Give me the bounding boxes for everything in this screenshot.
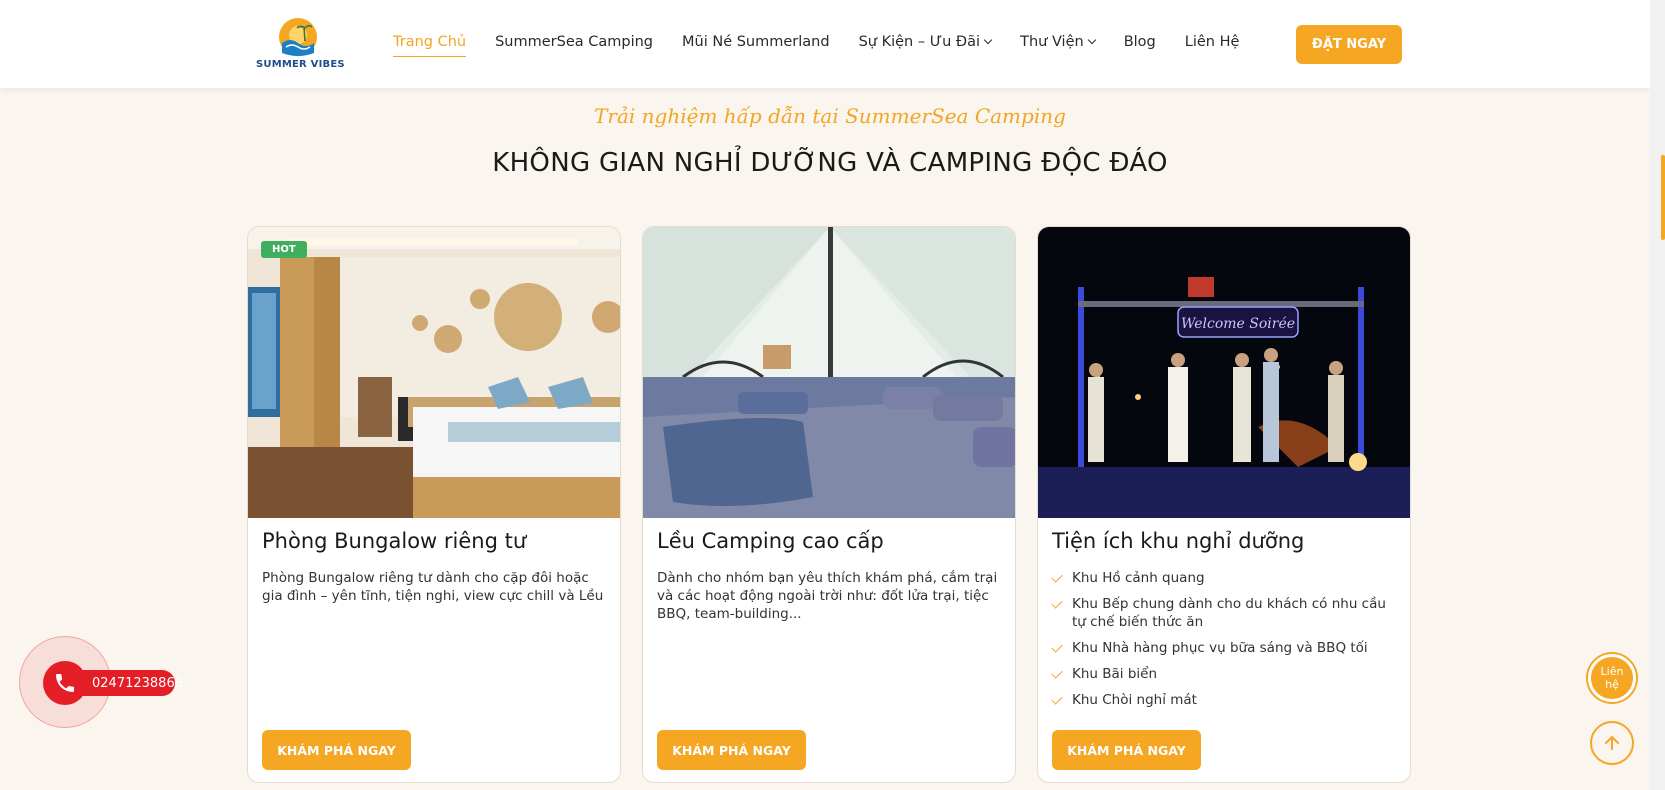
- back-to-top-button[interactable]: [1590, 721, 1634, 765]
- amenities-list: Khu Hồ cảnh quang Khu Bếp chung dành cho…: [1051, 569, 1402, 717]
- book-now-button[interactable]: ĐẶT NGAY: [1296, 25, 1402, 64]
- nav-item-label: Trang Chủ: [393, 34, 467, 50]
- logo-text: SUMMER VIBES: [256, 59, 345, 70]
- call-button[interactable]: [43, 661, 87, 705]
- check-icon: [1051, 597, 1063, 609]
- amenity-label: Khu Nhà hàng phục vụ bữa sáng và BBQ tối: [1072, 640, 1368, 656]
- check-icon: [1051, 571, 1063, 583]
- phone-icon: [56, 674, 74, 692]
- nav-item-label: Mũi Né Summerland: [682, 34, 830, 50]
- list-item: Khu Hồ cảnh quang: [1051, 569, 1402, 587]
- nav-item-label: Liên Hệ: [1184, 34, 1240, 50]
- chevron-down-icon: [1087, 35, 1096, 45]
- card-resort-amenities: Welcome Soirée Tiện ích khu nghỉ dưỡng K…: [1037, 226, 1411, 783]
- amenity-label: Khu Bếp chung dành cho du khách có nhu c…: [1072, 596, 1386, 630]
- card-title: Lều Camping cao cấp: [657, 529, 884, 553]
- nav-item-blog[interactable]: Blog: [1124, 34, 1156, 50]
- amenity-label: Khu Bãi biển: [1072, 666, 1158, 682]
- phone-number: 02471238868: [92, 675, 183, 691]
- nav-item-label: Thư Viện: [1020, 34, 1084, 50]
- arrow-up-icon: [1605, 736, 1619, 750]
- site-logo[interactable]: SUMMER VIBES: [256, 17, 345, 73]
- nav-item-label: Blog: [1123, 34, 1156, 50]
- card-title: Phòng Bungalow riêng tư: [262, 529, 527, 553]
- explore-now-button[interactable]: KHÁM PHÁ NGAY: [1052, 730, 1201, 770]
- explore-now-button[interactable]: KHÁM PHÁ NGAY: [657, 730, 806, 770]
- list-item: Khu Chòi nghỉ mát: [1051, 691, 1402, 709]
- contact-float-button[interactable]: Liên hệ: [1588, 654, 1636, 702]
- nav-item-label: SummerSea Camping: [495, 34, 654, 50]
- card-title: Tiện ích khu nghỉ dưỡng: [1052, 529, 1305, 553]
- list-item: Khu Nhà hàng phục vụ bữa sáng và BBQ tối: [1051, 639, 1402, 657]
- card-description: Dành cho nhóm bạn yêu thích khám phá, cắ…: [657, 570, 998, 622]
- amenity-label: Khu Hồ cảnh quang: [1072, 570, 1205, 586]
- list-item: Khu Bếp chung dành cho du khách có nhu c…: [1051, 595, 1402, 631]
- main-nav: Trang Chủ SummerSea Camping Mũi Né Summe…: [393, 34, 1268, 57]
- nav-item-summersea-camping[interactable]: SummerSea Camping: [495, 34, 653, 50]
- chevron-down-icon: [983, 35, 993, 45]
- stage-performance-image: Welcome Soirée: [1038, 227, 1410, 518]
- welcome-sign-text: Welcome Soirée: [1181, 316, 1295, 332]
- list-item: Khu Bãi biển: [1051, 665, 1402, 683]
- nav-item-contact[interactable]: Liên Hệ: [1185, 34, 1240, 50]
- nav-item-mui-ne-summerland[interactable]: Mũi Né Summerland: [682, 34, 830, 50]
- card-bungalow: HOT Phòng Bungalow riêng tư Phòng Bungal…: [247, 226, 621, 783]
- site-header: SUMMER VIBES Trang Chủ SummerSea Camping…: [0, 0, 1650, 88]
- nav-item-home[interactable]: Trang Chủ: [393, 34, 467, 57]
- check-icon: [1051, 693, 1063, 705]
- nav-item-events-offers[interactable]: Sự Kiện – Ưu Đãi: [858, 34, 993, 50]
- logo-sun-icon: [279, 18, 317, 56]
- nav-item-gallery[interactable]: Thư Viện: [1020, 34, 1096, 50]
- card-description: Phòng Bungalow riêng tư dành cho cặp đôi…: [262, 570, 604, 604]
- section-subtitle: Trải nghiệm hấp dẫn tại SummerSea Campin…: [594, 104, 1066, 128]
- section-title: KHÔNG GIAN NGHỈ DƯỠNG VÀ CAMPING ĐỘC ĐÁO: [492, 148, 1168, 178]
- contact-float-label: Liên hệ: [1600, 665, 1624, 691]
- check-icon: [1051, 641, 1063, 653]
- scrollbar-thumb[interactable]: [1661, 155, 1665, 240]
- hot-badge: HOT: [261, 241, 307, 258]
- camping-tent-image: [643, 227, 1015, 518]
- bungalow-room-image: HOT: [248, 227, 620, 518]
- card-camping-tent: Lều Camping cao cấp Dành cho nhóm bạn yê…: [642, 226, 1016, 783]
- explore-now-button[interactable]: KHÁM PHÁ NGAY: [262, 730, 411, 770]
- nav-item-label: Sự Kiện – Ưu Đãi: [858, 34, 981, 50]
- check-icon: [1051, 667, 1063, 679]
- amenity-label: Khu Chòi nghỉ mát: [1072, 692, 1197, 708]
